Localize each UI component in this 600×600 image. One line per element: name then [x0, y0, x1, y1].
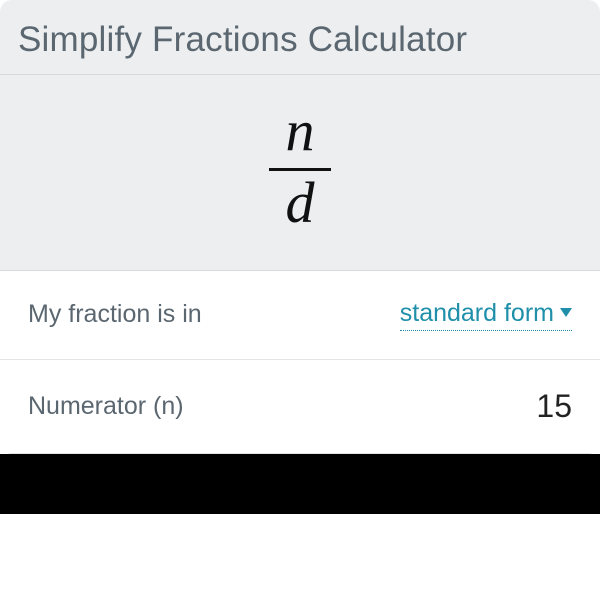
calculator-card: Simplify Fractions Calculator n d My fra…: [0, 0, 600, 454]
fraction-denominator-symbol: d: [286, 173, 315, 234]
fraction-form-value: standard form: [400, 299, 554, 328]
numerator-input[interactable]: 15: [536, 388, 572, 425]
numerator-label: Numerator (n): [28, 392, 184, 421]
fraction-numerator-symbol: n: [286, 101, 315, 162]
footer-bar: [0, 454, 600, 514]
fraction-form-label: My fraction is in: [28, 300, 202, 329]
fraction-symbol: n d: [269, 101, 331, 234]
page-title: Simplify Fractions Calculator: [0, 0, 600, 74]
row-numerator: Numerator (n) 15: [0, 360, 600, 454]
fraction-illustration: n d: [0, 75, 600, 271]
fraction-form-dropdown[interactable]: standard form: [400, 299, 572, 331]
row-fraction-form: My fraction is in standard form: [0, 271, 600, 360]
chevron-down-icon: [560, 308, 572, 318]
